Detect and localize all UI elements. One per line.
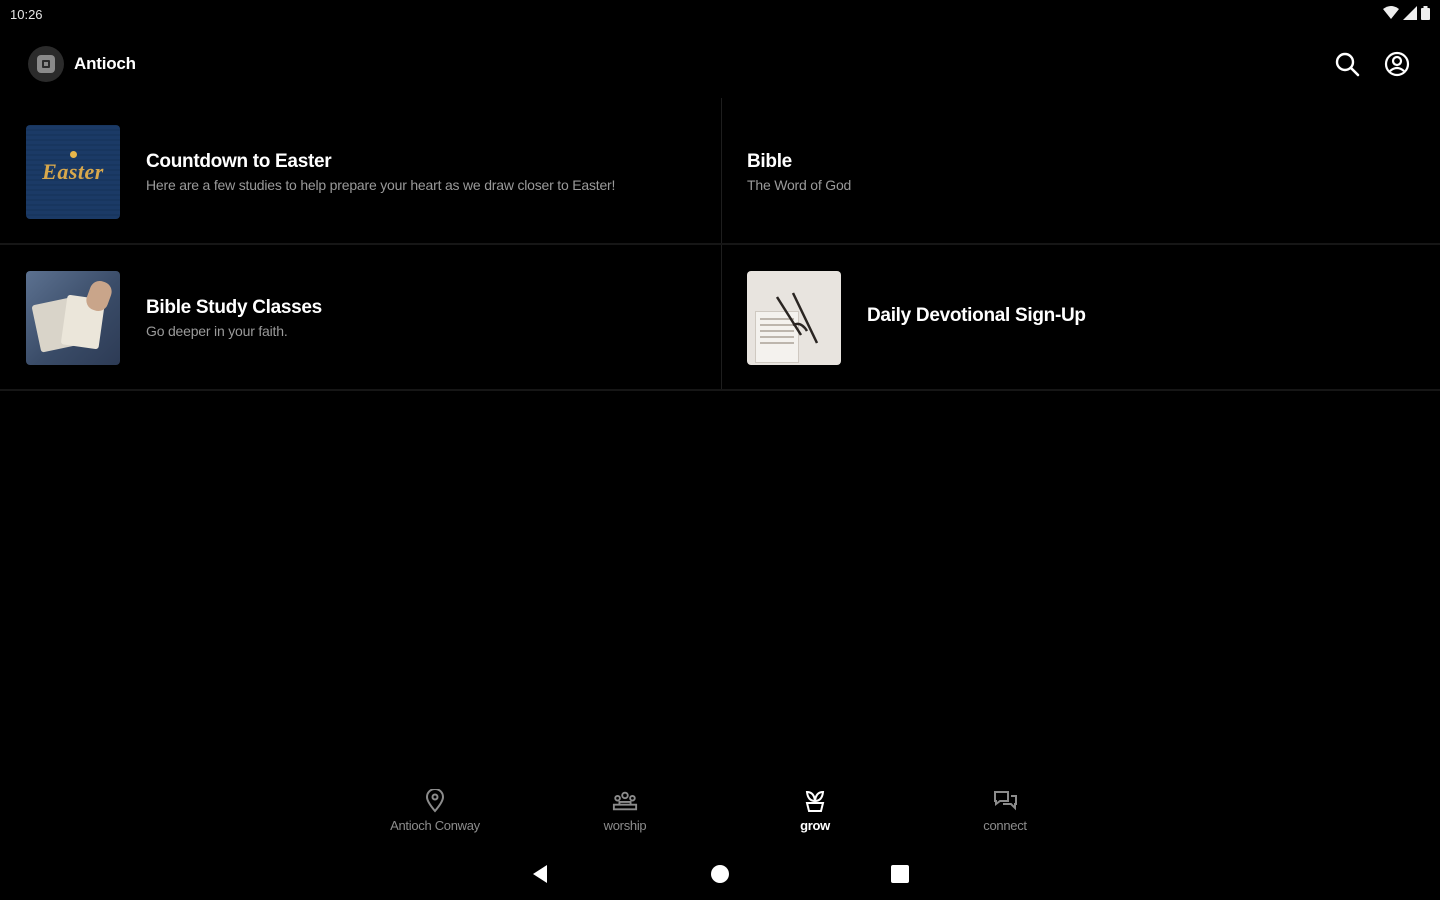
list-item-bible[interactable]: Bible The Word of God [721, 100, 1440, 244]
account-button[interactable] [1382, 49, 1412, 79]
search-button[interactable] [1332, 49, 1362, 79]
grow-icon [802, 788, 828, 814]
nav-item-grow[interactable]: grow [745, 788, 885, 833]
list-item-subtitle: Here are a few studies to help prepare y… [146, 177, 616, 193]
account-icon [1384, 51, 1410, 77]
recents-button[interactable] [885, 859, 915, 889]
list-item-text: Bible The Word of God [747, 151, 851, 193]
back-triangle-icon [533, 865, 547, 883]
easter-thumbnail: Easter [26, 125, 120, 219]
sun-icon [70, 151, 77, 158]
signal-icon [1403, 5, 1417, 23]
status-bar: 10:26 [0, 0, 1440, 28]
app-title: Antioch [74, 54, 136, 73]
location-pin-icon [422, 788, 448, 814]
app-actions [1332, 49, 1412, 79]
glasses-book-thumbnail [747, 271, 841, 365]
nav-label: grow [800, 818, 830, 833]
bottom-nav: Antioch Conway worship grow connect [340, 788, 1100, 844]
nav-item-connect[interactable]: connect [935, 788, 1075, 833]
search-icon [1335, 52, 1360, 77]
list-item-subtitle: The Word of God [747, 177, 852, 193]
list-item-countdown-to-easter[interactable]: Easter Countdown to Easter Here are a fe… [0, 100, 720, 244]
content-grid: Easter Countdown to Easter Here are a fe… [0, 98, 1440, 392]
easter-thumbnail-text: Easter [42, 159, 104, 184]
open-bible-thumbnail [26, 271, 120, 365]
list-item-text: Countdown to Easter Here are a few studi… [146, 151, 615, 193]
battery-icon [1421, 5, 1430, 23]
recents-square-icon [891, 865, 909, 883]
nav-label: worship [603, 818, 647, 833]
nav-item-antioch-conway[interactable]: Antioch Conway [365, 788, 505, 833]
nav-label: connect [983, 818, 1027, 833]
back-button[interactable] [525, 859, 555, 889]
home-button[interactable] [705, 859, 735, 889]
brand[interactable]: Antioch [28, 46, 136, 82]
list-item-text: Bible Study Classes Go deeper in your fa… [146, 297, 322, 339]
list-item-subtitle: Go deeper in your faith. [146, 323, 288, 339]
nav-item-worship[interactable]: worship [555, 788, 695, 833]
people-icon [612, 788, 638, 814]
system-nav-bar [0, 852, 1440, 896]
status-time: 10:26 [10, 6, 43, 22]
wifi-icon [1383, 5, 1399, 23]
list-item-title: Countdown to Easter [146, 151, 332, 172]
list-item-title: Daily Devotional Sign-Up [867, 305, 1086, 326]
list-item-daily-devotional[interactable]: Daily Devotional Sign-Up [721, 246, 1440, 390]
app-bar: Antioch [0, 34, 1440, 94]
list-item-text: Daily Devotional Sign-Up [867, 305, 1086, 331]
status-icons [1383, 5, 1430, 23]
list-item-title: Bible [747, 151, 792, 172]
list-item-title: Bible Study Classes [146, 297, 322, 318]
chat-icon [992, 788, 1018, 814]
list-item-bible-study-classes[interactable]: Bible Study Classes Go deeper in your fa… [0, 246, 720, 390]
nav-label: Antioch Conway [390, 818, 480, 833]
home-circle-icon [711, 865, 729, 883]
antioch-logo-icon [28, 46, 64, 82]
glasses-icon [775, 292, 819, 344]
